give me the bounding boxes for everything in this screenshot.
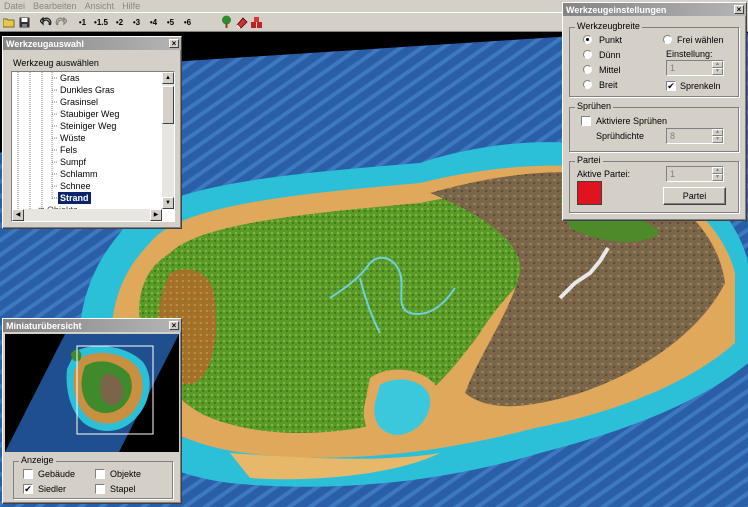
- zoom-4-button[interactable]: •4: [145, 14, 162, 31]
- settler-tool-icon[interactable]: [249, 15, 264, 30]
- tree-item-fels[interactable]: Fels: [58, 144, 79, 156]
- menu-help[interactable]: Hilfe: [120, 1, 146, 11]
- spray-density-label: Sprühdichte: [596, 131, 645, 141]
- scroll-right-icon[interactable]: ▶: [150, 209, 162, 221]
- zoom-1-button[interactable]: •1: [74, 14, 91, 31]
- tree-horizontal-scrollbar[interactable]: ◀ ▶: [12, 209, 162, 221]
- minimap-canvas[interactable]: [5, 334, 179, 452]
- stacks-checkbox[interactable]: [95, 484, 105, 494]
- close-icon[interactable]: ×: [169, 321, 179, 330]
- brush-wide-label: Breit: [599, 80, 618, 90]
- spin-down-icon[interactable]: ▼: [712, 136, 723, 143]
- tree-item-strand[interactable]: Strand: [58, 192, 91, 204]
- open-folder-icon[interactable]: [2, 15, 17, 30]
- save-icon[interactable]: [17, 15, 32, 30]
- tree-item-steiniger-weg[interactable]: Steiniger Weg: [58, 120, 118, 132]
- spray-density-value: 8: [670, 131, 676, 141]
- settings-window-titlebar[interactable]: Werkzeugeinstellungen ×: [563, 3, 746, 16]
- active-party-value: 1: [670, 169, 676, 179]
- settlers-label: Siedler: [38, 484, 67, 494]
- select-tool-label: Werkzeug auswählen: [13, 58, 99, 68]
- tree-item-schnee[interactable]: Schnee: [58, 180, 93, 192]
- menu-edit[interactable]: Bearbeiten: [31, 1, 83, 11]
- spray-density-spinner[interactable]: 8 ▲ ▼: [666, 128, 724, 144]
- objects-checkbox[interactable]: [95, 469, 105, 479]
- brush-width-group-label: Werkzeugbreite: [575, 21, 642, 31]
- spin-up-icon[interactable]: ▲: [712, 167, 723, 174]
- zoom-2-button[interactable]: •2: [111, 14, 128, 31]
- setting-spinner[interactable]: 1 ▲ ▼: [666, 60, 724, 76]
- zoom-1-5-button[interactable]: •1.5: [91, 14, 111, 31]
- scroll-thumb[interactable]: [162, 86, 174, 124]
- activate-spray-label: Aktiviere Sprühen: [596, 116, 668, 126]
- eraser-tool-icon[interactable]: [234, 15, 249, 30]
- brush-medium-label: Mittel: [599, 65, 621, 75]
- tool-window-titlebar[interactable]: Werkzeugauswahl ×: [3, 37, 181, 50]
- undo-icon[interactable]: [38, 15, 53, 30]
- tree-item-sumpf[interactable]: Sumpf: [58, 156, 88, 168]
- active-party-label: Aktive Partei:: [577, 169, 631, 179]
- party-button[interactable]: Partei: [663, 187, 726, 205]
- tree-item-schlamm[interactable]: Schlamm: [58, 168, 100, 180]
- tool-window-title: Werkzeugauswahl: [6, 38, 84, 49]
- active-party-spinner[interactable]: 1 ▲ ▼: [666, 166, 724, 182]
- zoom-3-button[interactable]: •3: [128, 14, 145, 31]
- setting-label: Einstellung:: [666, 49, 713, 59]
- brush-thin-label: Dünn: [599, 50, 621, 60]
- brush-medium-radio[interactable]: [583, 65, 592, 74]
- display-group-label: Anzeige: [19, 455, 56, 465]
- tree-item-grasinsel[interactable]: Grasinsel: [58, 96, 100, 108]
- menu-file[interactable]: Datei: [2, 1, 31, 11]
- spin-down-icon[interactable]: ▼: [712, 174, 723, 181]
- tree-item-wueste[interactable]: Wüste: [58, 132, 88, 144]
- activate-spray-checkbox[interactable]: [581, 116, 591, 126]
- objects-label: Objekte: [110, 469, 142, 479]
- spin-up-icon[interactable]: ▲: [712, 129, 723, 136]
- minimap-window-titlebar[interactable]: Miniaturübersicht ×: [3, 319, 181, 332]
- party-color-swatch: [577, 181, 602, 205]
- close-icon[interactable]: ×: [734, 5, 744, 14]
- buildings-checkbox[interactable]: [23, 469, 33, 479]
- brush-point-label: Punkt: [599, 35, 623, 45]
- zoom-6-button[interactable]: •6: [179, 14, 196, 31]
- scroll-up-icon[interactable]: ▲: [162, 72, 174, 84]
- tree-vertical-scrollbar[interactable]: ▲ ▼: [162, 72, 174, 209]
- tree-tool-icon[interactable]: [219, 15, 234, 30]
- settlers-checkbox[interactable]: ✔: [23, 484, 33, 494]
- free-choice-radio[interactable]: [663, 35, 672, 44]
- minimap-window: Miniaturübersicht × Anzeige Gebäude Obje…: [2, 318, 182, 504]
- tree-item-staubiger-weg[interactable]: Staubiger Weg: [58, 108, 121, 120]
- buildings-label: Gebäude: [38, 469, 76, 479]
- spray-group-label: Sprühen: [575, 101, 614, 111]
- minimap-window-title: Miniaturübersicht: [6, 320, 82, 331]
- redo-icon[interactable]: [53, 15, 68, 30]
- close-icon[interactable]: ×: [169, 39, 179, 48]
- zoom-5-button[interactable]: •5: [162, 14, 179, 31]
- scroll-down-icon[interactable]: ▼: [162, 197, 174, 209]
- brush-point-radio[interactable]: [583, 35, 592, 44]
- stacks-label: Stapel: [110, 484, 136, 494]
- setting-value: 1: [670, 63, 676, 73]
- settings-window-title: Werkzeugeinstellungen: [566, 4, 667, 15]
- spin-up-icon[interactable]: ▲: [712, 61, 723, 68]
- tree-item-dunkles-gras[interactable]: Dunkles Gras: [58, 84, 117, 96]
- scroll-left-icon[interactable]: ◀: [12, 209, 24, 221]
- display-group: Anzeige: [13, 455, 173, 499]
- tree-item-gras[interactable]: Gras: [58, 72, 82, 84]
- sprinkle-label: Sprenkeln: [680, 81, 721, 91]
- brush-thin-radio[interactable]: [583, 50, 592, 59]
- spin-down-icon[interactable]: ▼: [712, 68, 723, 75]
- party-group-label: Partei: [575, 155, 603, 165]
- sprinkle-checkbox[interactable]: ✔: [666, 81, 676, 91]
- zoom-8-button[interactable]: [196, 14, 213, 31]
- brush-wide-radio[interactable]: [583, 80, 592, 89]
- tool-settings-window: Werkzeugeinstellungen × Werkzeugbreite P…: [562, 2, 747, 221]
- menu-view[interactable]: Ansicht: [83, 1, 121, 11]
- tool-tree[interactable]: Gras Dunkles Gras Grasinsel Staubiger We…: [11, 71, 175, 222]
- free-choice-label: Frei wählen: [677, 35, 724, 45]
- tool-selection-window: Werkzeugauswahl × Werkzeug auswählen Gra…: [2, 36, 182, 229]
